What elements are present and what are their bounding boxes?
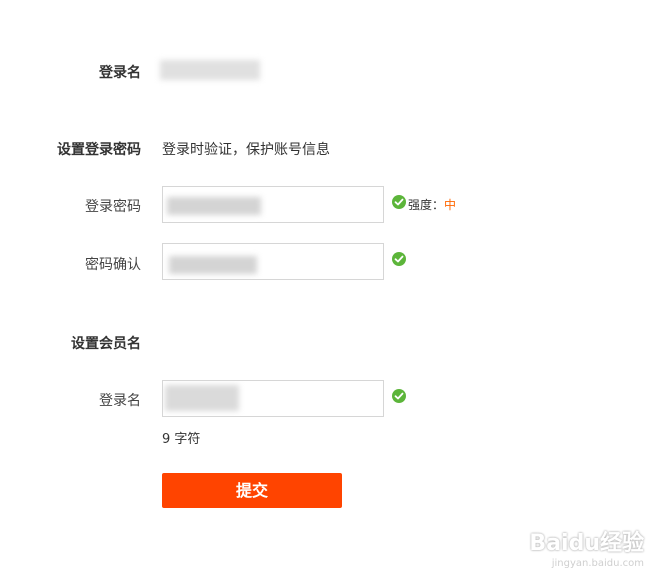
member-login-name-input[interactable] [162,380,384,417]
watermark-url: jingyan.baidu.com [551,558,644,569]
confirm-valid-check-icon [392,252,406,266]
login-name-value-redacted [160,60,260,80]
confirm-password-label: 密码确认 [85,257,141,273]
login-name-label: 登录名 [99,65,141,81]
confirm-password-input[interactable] [162,243,384,280]
password-section-description: 登录时验证，保护账号信息 [162,142,330,158]
password-input[interactable] [162,186,384,223]
watermark-logo: Baidu经验 [529,531,644,556]
member-name-valid-check-icon [392,389,406,403]
password-strength: 强度：中 [408,196,456,213]
member-section-heading: 设置会员名 [71,336,141,352]
strength-value: 中 [444,198,457,212]
password-label: 登录密码 [85,199,141,215]
baidu-jingyan-watermark: Baidu经验 jingyan.baidu.com [529,525,644,569]
password-valid-check-icon [392,195,406,209]
strength-label: 强度： [408,198,445,212]
member-login-name-label: 登录名 [99,393,141,409]
member-name-char-count: 9 字符 [162,432,201,447]
submit-button[interactable]: 提交 [162,473,342,508]
password-section-heading: 设置登录密码 [57,142,141,158]
